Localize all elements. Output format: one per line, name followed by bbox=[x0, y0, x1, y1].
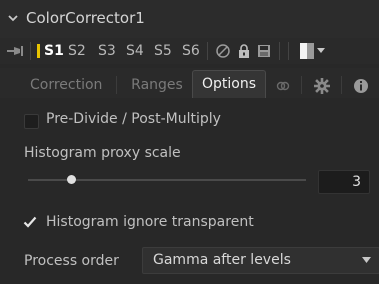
toolbar-separator bbox=[207, 42, 208, 60]
tab-options[interactable]: Options bbox=[192, 70, 266, 98]
chevron-down-icon bbox=[362, 257, 371, 263]
pin-icon[interactable] bbox=[6, 44, 24, 58]
ignore-transparent-label: Histogram ignore transparent bbox=[46, 214, 254, 230]
save-icon[interactable] bbox=[256, 43, 272, 59]
version-slot-s3[interactable]: S3 bbox=[98, 41, 116, 61]
premultiply-label: Pre-Divide / Post-Multiply bbox=[46, 111, 221, 127]
lock-icon[interactable] bbox=[236, 43, 252, 59]
active-slot-marker bbox=[37, 44, 40, 58]
disable-icon[interactable] bbox=[215, 43, 231, 59]
tab-ranges[interactable]: Ranges bbox=[124, 74, 190, 96]
gear-icon[interactable] bbox=[314, 78, 330, 94]
link-icon[interactable] bbox=[276, 79, 290, 93]
premultiply-checkbox[interactable] bbox=[24, 114, 39, 129]
toolbar-separator bbox=[30, 42, 31, 60]
tab-separator bbox=[301, 76, 302, 94]
version-slot-s2[interactable]: S2 bbox=[68, 41, 86, 61]
node-title: ColorCorrector1 bbox=[26, 9, 145, 27]
tab-separator bbox=[116, 76, 117, 94]
process-order-value: Gamma after levels bbox=[153, 252, 291, 268]
color-swatch-icon[interactable] bbox=[300, 43, 314, 59]
node-header: ColorCorrector1 bbox=[0, 0, 379, 38]
histogram-proxy-value-field[interactable]: 3 bbox=[318, 170, 370, 194]
version-slot-s5[interactable]: S5 bbox=[154, 41, 172, 61]
chevron-down-icon[interactable] bbox=[8, 13, 18, 23]
version-slot-s6[interactable]: S6 bbox=[182, 41, 200, 61]
toolbar-separator bbox=[279, 42, 280, 60]
version-slot-s1[interactable]: S1 bbox=[44, 41, 64, 61]
process-order-label: Process order bbox=[24, 253, 119, 269]
tab-bar: Correction Ranges Options bbox=[0, 68, 379, 99]
info-icon[interactable] bbox=[353, 78, 369, 94]
slider-handle[interactable] bbox=[67, 175, 76, 184]
histogram-proxy-value: 3 bbox=[352, 174, 361, 190]
tab-correction[interactable]: Correction bbox=[30, 74, 102, 96]
checkmark-icon[interactable] bbox=[23, 215, 37, 229]
version-slot-s4[interactable]: S4 bbox=[126, 41, 144, 61]
tab-separator bbox=[341, 76, 342, 94]
histogram-proxy-label: Histogram proxy scale bbox=[24, 145, 181, 161]
chevron-down-icon[interactable] bbox=[317, 48, 325, 54]
version-toolbar: S1 S2 S3 S4 S5 S6 bbox=[0, 38, 379, 64]
process-order-select[interactable]: Gamma after levels bbox=[142, 247, 379, 274]
toolbar-separator bbox=[288, 42, 289, 60]
